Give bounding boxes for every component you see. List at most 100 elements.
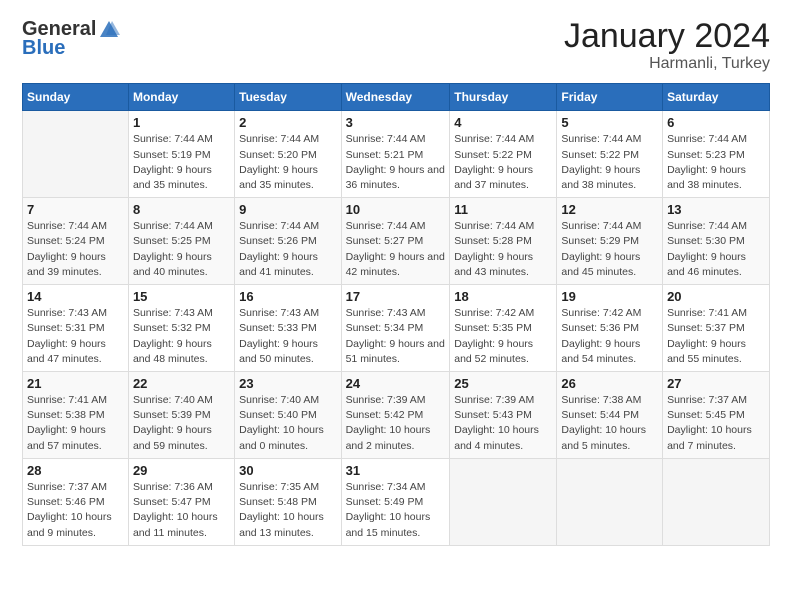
day-number: 12 bbox=[561, 202, 658, 217]
day-number: 5 bbox=[561, 115, 658, 130]
day-detail: Sunrise: 7:37 AMSunset: 5:45 PMDaylight:… bbox=[667, 393, 765, 454]
calendar-cell bbox=[450, 458, 557, 545]
calendar-cell: 26Sunrise: 7:38 AMSunset: 5:44 PMDayligh… bbox=[557, 372, 663, 459]
calendar-day-header: Wednesday bbox=[341, 84, 450, 111]
logo: General Blue bbox=[22, 18, 120, 60]
calendar-cell: 10Sunrise: 7:44 AMSunset: 5:27 PMDayligh… bbox=[341, 198, 450, 285]
day-detail: Sunrise: 7:35 AMSunset: 5:48 PMDaylight:… bbox=[239, 480, 336, 541]
day-detail: Sunrise: 7:41 AMSunset: 5:38 PMDaylight:… bbox=[27, 393, 124, 454]
day-detail: Sunrise: 7:44 AMSunset: 5:21 PMDaylight:… bbox=[346, 132, 446, 193]
calendar-cell: 1Sunrise: 7:44 AMSunset: 5:19 PMDaylight… bbox=[128, 111, 234, 198]
calendar-cell: 2 Sunrise: 7:44 AMSunset: 5:20 PMDaylight… bbox=[235, 111, 341, 198]
day-number: 31 bbox=[346, 463, 446, 478]
day-number: 14 bbox=[27, 289, 124, 304]
calendar-cell: 27 Sunrise: 7:37 AMSunset: 5:45 PMDayligh… bbox=[663, 372, 770, 459]
calendar-cell: 22 Sunrise: 7:40 AMSunset: 5:39 PMDayligh… bbox=[128, 372, 234, 459]
day-number: 10 bbox=[346, 202, 446, 217]
calendar-cell: 13 Sunrise: 7:44 AMSunset: 5:30 PMDayligh… bbox=[663, 198, 770, 285]
logo-icon bbox=[98, 19, 120, 41]
day-detail: Sunrise: 7:39 AMSunset: 5:42 PMDaylight:… bbox=[346, 393, 446, 454]
calendar-cell: 28 Sunrise: 7:37 AMSunset: 5:46 PMDayligh… bbox=[23, 458, 129, 545]
calendar-day-header: Sunday bbox=[23, 84, 129, 111]
calendar-day-header: Friday bbox=[557, 84, 663, 111]
day-detail: Sunrise: 7:37 AMSunset: 5:46 PMDaylight:… bbox=[27, 480, 124, 541]
day-number: 11 bbox=[454, 202, 552, 217]
day-number: 16 bbox=[239, 289, 336, 304]
calendar-table: SundayMondayTuesdayWednesdayThursdayFrid… bbox=[22, 83, 770, 545]
day-detail: Sunrise: 7:44 AMSunset: 5:25 PMDaylight:… bbox=[133, 219, 230, 280]
title-area: January 2024 Harmanli, Turkey bbox=[564, 18, 770, 73]
day-number: 17 bbox=[346, 289, 446, 304]
day-number: 18 bbox=[454, 289, 552, 304]
calendar-cell: 23 Sunrise: 7:40 AMSunset: 5:40 PMDayligh… bbox=[235, 372, 341, 459]
day-detail: Sunrise: 7:44 AMSunset: 5:30 PMDaylight:… bbox=[667, 219, 765, 280]
calendar-cell bbox=[23, 111, 129, 198]
day-detail: Sunrise: 7:36 AMSunset: 5:47 PMDaylight:… bbox=[133, 480, 230, 541]
day-detail: Sunrise: 7:42 AMSunset: 5:36 PMDaylight:… bbox=[561, 306, 658, 367]
calendar-cell: 19 Sunrise: 7:42 AMSunset: 5:36 PMDayligh… bbox=[557, 285, 663, 372]
day-detail: Sunrise: 7:44 AMSunset: 5:19 PMDaylight:… bbox=[133, 132, 230, 193]
day-number: 22 bbox=[133, 376, 230, 391]
day-detail: Sunrise: 7:44 AMSunset: 5:24 PMDaylight:… bbox=[27, 219, 124, 280]
calendar-week-row: 28 Sunrise: 7:37 AMSunset: 5:46 PMDayligh… bbox=[23, 458, 770, 545]
day-detail: Sunrise: 7:43 AMSunset: 5:32 PMDaylight:… bbox=[133, 306, 230, 367]
logo-blue-text: Blue bbox=[22, 37, 65, 60]
calendar-cell: 7 Sunrise: 7:44 AMSunset: 5:24 PMDaylight… bbox=[23, 198, 129, 285]
calendar-cell: 6Sunrise: 7:44 AMSunset: 5:23 PMDaylight… bbox=[663, 111, 770, 198]
calendar-cell: 9 Sunrise: 7:44 AMSunset: 5:26 PMDaylight… bbox=[235, 198, 341, 285]
calendar-week-row: 7 Sunrise: 7:44 AMSunset: 5:24 PMDaylight… bbox=[23, 198, 770, 285]
day-number: 27 bbox=[667, 376, 765, 391]
day-number: 4 bbox=[454, 115, 552, 130]
day-number: 30 bbox=[239, 463, 336, 478]
calendar-cell: 20 Sunrise: 7:41 AMSunset: 5:37 PMDayligh… bbox=[663, 285, 770, 372]
day-number: 8 bbox=[133, 202, 230, 217]
day-detail: Sunrise: 7:44 AMSunset: 5:26 PMDaylight:… bbox=[239, 219, 336, 280]
calendar-day-header: Saturday bbox=[663, 84, 770, 111]
page: General Blue January 2024 Harmanli, Turk… bbox=[0, 0, 792, 612]
calendar-cell: 18 Sunrise: 7:42 AMSunset: 5:35 PMDayligh… bbox=[450, 285, 557, 372]
calendar-cell: 5 Sunrise: 7:44 AMSunset: 5:22 PMDaylight… bbox=[557, 111, 663, 198]
calendar-cell: 21 Sunrise: 7:41 AMSunset: 5:38 PMDayligh… bbox=[23, 372, 129, 459]
calendar-cell: 16Sunrise: 7:43 AMSunset: 5:33 PMDayligh… bbox=[235, 285, 341, 372]
calendar-day-header: Monday bbox=[128, 84, 234, 111]
day-number: 21 bbox=[27, 376, 124, 391]
day-number: 19 bbox=[561, 289, 658, 304]
day-detail: Sunrise: 7:38 AMSunset: 5:44 PMDaylight:… bbox=[561, 393, 658, 454]
day-number: 29 bbox=[133, 463, 230, 478]
calendar-cell bbox=[557, 458, 663, 545]
day-number: 15 bbox=[133, 289, 230, 304]
day-detail: Sunrise: 7:44 AMSunset: 5:20 PMDaylight:… bbox=[239, 132, 336, 193]
calendar-cell bbox=[663, 458, 770, 545]
day-detail: Sunrise: 7:40 AMSunset: 5:39 PMDaylight:… bbox=[133, 393, 230, 454]
day-number: 9 bbox=[239, 202, 336, 217]
calendar-day-header: Thursday bbox=[450, 84, 557, 111]
day-number: 13 bbox=[667, 202, 765, 217]
main-title: January 2024 bbox=[564, 18, 770, 55]
day-detail: Sunrise: 7:41 AMSunset: 5:37 PMDaylight:… bbox=[667, 306, 765, 367]
day-detail: Sunrise: 7:42 AMSunset: 5:35 PMDaylight:… bbox=[454, 306, 552, 367]
calendar-cell: 4Sunrise: 7:44 AMSunset: 5:22 PMDaylight… bbox=[450, 111, 557, 198]
subtitle: Harmanli, Turkey bbox=[564, 55, 770, 73]
day-number: 6 bbox=[667, 115, 765, 130]
day-number: 3 bbox=[346, 115, 446, 130]
day-detail: Sunrise: 7:39 AMSunset: 5:43 PMDaylight:… bbox=[454, 393, 552, 454]
calendar-header-row: SundayMondayTuesdayWednesdayThursdayFrid… bbox=[23, 84, 770, 111]
calendar-cell: 30 Sunrise: 7:35 AMSunset: 5:48 PMDayligh… bbox=[235, 458, 341, 545]
calendar-cell: 14 Sunrise: 7:43 AMSunset: 5:31 PMDayligh… bbox=[23, 285, 129, 372]
day-detail: Sunrise: 7:40 AMSunset: 5:40 PMDaylight:… bbox=[239, 393, 336, 454]
day-detail: Sunrise: 7:44 AMSunset: 5:22 PMDaylight:… bbox=[561, 132, 658, 193]
day-number: 23 bbox=[239, 376, 336, 391]
calendar-week-row: 1Sunrise: 7:44 AMSunset: 5:19 PMDaylight… bbox=[23, 111, 770, 198]
day-number: 7 bbox=[27, 202, 124, 217]
day-number: 25 bbox=[454, 376, 552, 391]
calendar-cell: 31 Sunrise: 7:34 AMSunset: 5:49 PMDayligh… bbox=[341, 458, 450, 545]
day-detail: Sunrise: 7:34 AMSunset: 5:49 PMDaylight:… bbox=[346, 480, 446, 541]
day-number: 20 bbox=[667, 289, 765, 304]
day-detail: Sunrise: 7:43 AMSunset: 5:31 PMDaylight:… bbox=[27, 306, 124, 367]
day-number: 2 bbox=[239, 115, 336, 130]
calendar-week-row: 21 Sunrise: 7:41 AMSunset: 5:38 PMDayligh… bbox=[23, 372, 770, 459]
calendar-cell: 15 Sunrise: 7:43 AMSunset: 5:32 PMDayligh… bbox=[128, 285, 234, 372]
day-number: 28 bbox=[27, 463, 124, 478]
calendar-day-header: Tuesday bbox=[235, 84, 341, 111]
calendar-cell: 24Sunrise: 7:39 AMSunset: 5:42 PMDayligh… bbox=[341, 372, 450, 459]
